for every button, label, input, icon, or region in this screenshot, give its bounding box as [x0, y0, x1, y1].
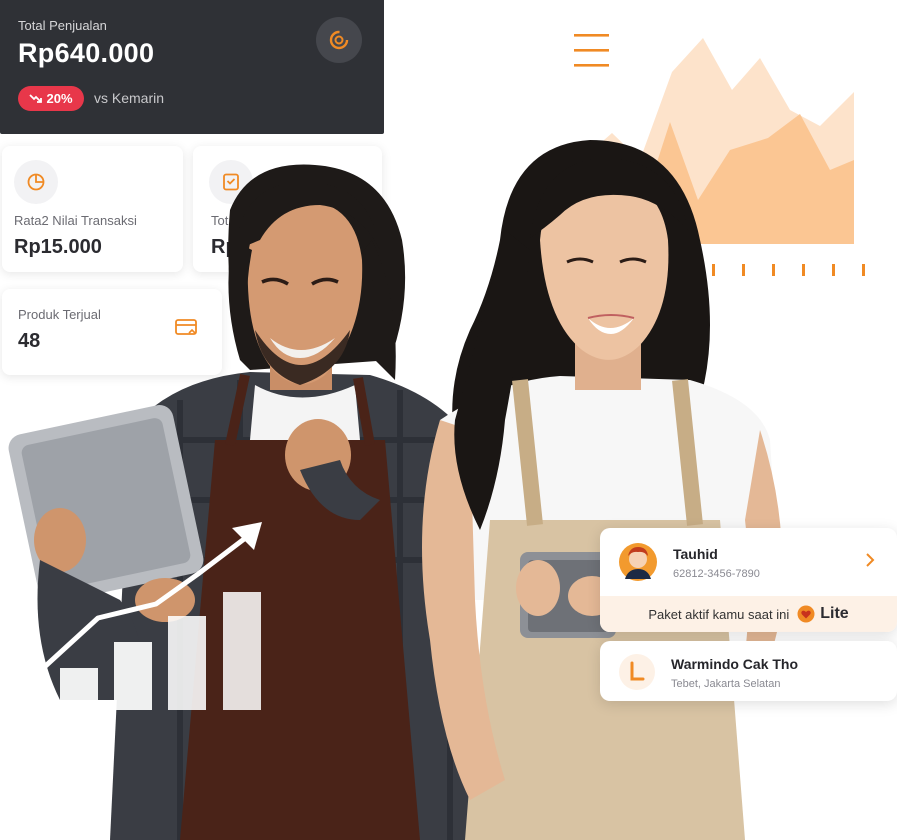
products-sold-label: Produk Terjual [18, 307, 101, 322]
sales-area-chart-card [520, 0, 897, 328]
profile-name: Tauhid [673, 546, 718, 562]
total-sales-card: Total Penjualan Rp640.000 20% vs Kemarin [0, 0, 384, 134]
store-name: Warmindo Cak Tho [671, 656, 799, 672]
pie-chart-icon [14, 160, 58, 204]
store-location: Tebet, Jakarta Selatan [671, 678, 781, 690]
sales-change-badge: 20% [18, 86, 84, 111]
active-plan-text: Paket aktif kamu saat ini [648, 606, 790, 622]
tablet-device [8, 405, 204, 603]
menu-icon[interactable] [574, 34, 609, 67]
active-plan-banner: Paket aktif kamu saat ini Lite [600, 596, 897, 632]
sales-compare-label: vs Kemarin [94, 90, 165, 106]
total-sales-value: Rp640.000 [18, 38, 155, 68]
sales-area-chart [574, 34, 865, 276]
products-sold-card: Produk Terjual 48 [2, 289, 222, 375]
profile-row[interactable]: Tauhid 62812-3456-7890 [600, 528, 897, 596]
profile-phone: 62812-3456-7890 [673, 568, 760, 580]
store-card[interactable]: Warmindo Cak Tho Tebet, Jakarta Selatan [600, 641, 897, 701]
avg-transaction-value: Rp15.000 [14, 236, 102, 258]
products-sold-value: 48 [18, 330, 41, 352]
x-axis-ticks [682, 264, 865, 276]
card-payment-icon [174, 317, 200, 344]
trend-down-icon [29, 94, 43, 103]
avg-transaction-card: Rata2 Nilai Transaksi Rp15.000 [2, 146, 183, 272]
total-sales-label: Total Penjualan [18, 18, 107, 33]
profile-card[interactable]: Tauhid 62812-3456-7890 Paket aktif kamu … [600, 528, 897, 632]
total-transaction-value: Rp [211, 236, 238, 258]
coin-swirl-icon [329, 30, 349, 50]
sales-change-value: 20% [46, 91, 73, 106]
checklist-icon [209, 160, 253, 204]
avg-transaction-label: Rata2 Nilai Transaksi [14, 213, 137, 228]
chevron-right-icon[interactable] [864, 552, 876, 573]
plan-badge: Lite [797, 605, 849, 623]
growth-arrow [26, 522, 262, 684]
plan-name: Lite [820, 605, 849, 622]
store-logo-icon [618, 653, 656, 696]
total-transaction-card: Tot Rp [193, 146, 382, 272]
sales-icon-button[interactable] [316, 17, 362, 63]
avatar [618, 542, 658, 587]
growth-bars [60, 592, 261, 710]
total-transaction-label: Tot [211, 213, 229, 228]
heart-badge-icon [797, 605, 815, 623]
